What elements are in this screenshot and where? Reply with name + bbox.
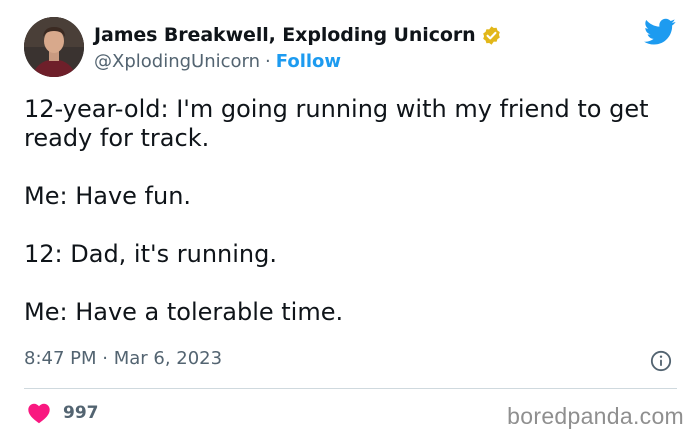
author-display-name[interactable]: James Breakwell, Exploding Unicorn [94, 24, 476, 46]
divider [24, 388, 677, 389]
author-handle[interactable]: @XplodingUnicorn [94, 51, 260, 72]
like-count: 997 [63, 403, 99, 423]
tweet-timestamp[interactable]: 8:47 PM · Mar 6, 2023 [24, 348, 222, 369]
info-icon[interactable] [650, 350, 672, 372]
avatar[interactable] [24, 17, 84, 77]
name-row: James Breakwell, Exploding Unicorn [94, 22, 502, 48]
watermark: boredpanda.com [507, 403, 684, 429]
tweet-header: James Breakwell, Exploding Unicorn @Xplo… [94, 22, 502, 72]
tweet-text: 12-year-old: I'm going running with my f… [24, 95, 649, 326]
separator-dot: · [265, 51, 271, 72]
like-row[interactable]: 997 [27, 402, 99, 424]
tweet-card: James Breakwell, Exploding Unicorn @Xplo… [0, 0, 700, 441]
follow-button[interactable]: Follow [276, 51, 341, 72]
heart-icon[interactable] [27, 402, 51, 424]
twitter-bird-icon[interactable] [644, 18, 676, 46]
handle-row: @XplodingUnicorn · Follow [94, 51, 502, 72]
verified-badge-icon [481, 25, 502, 46]
